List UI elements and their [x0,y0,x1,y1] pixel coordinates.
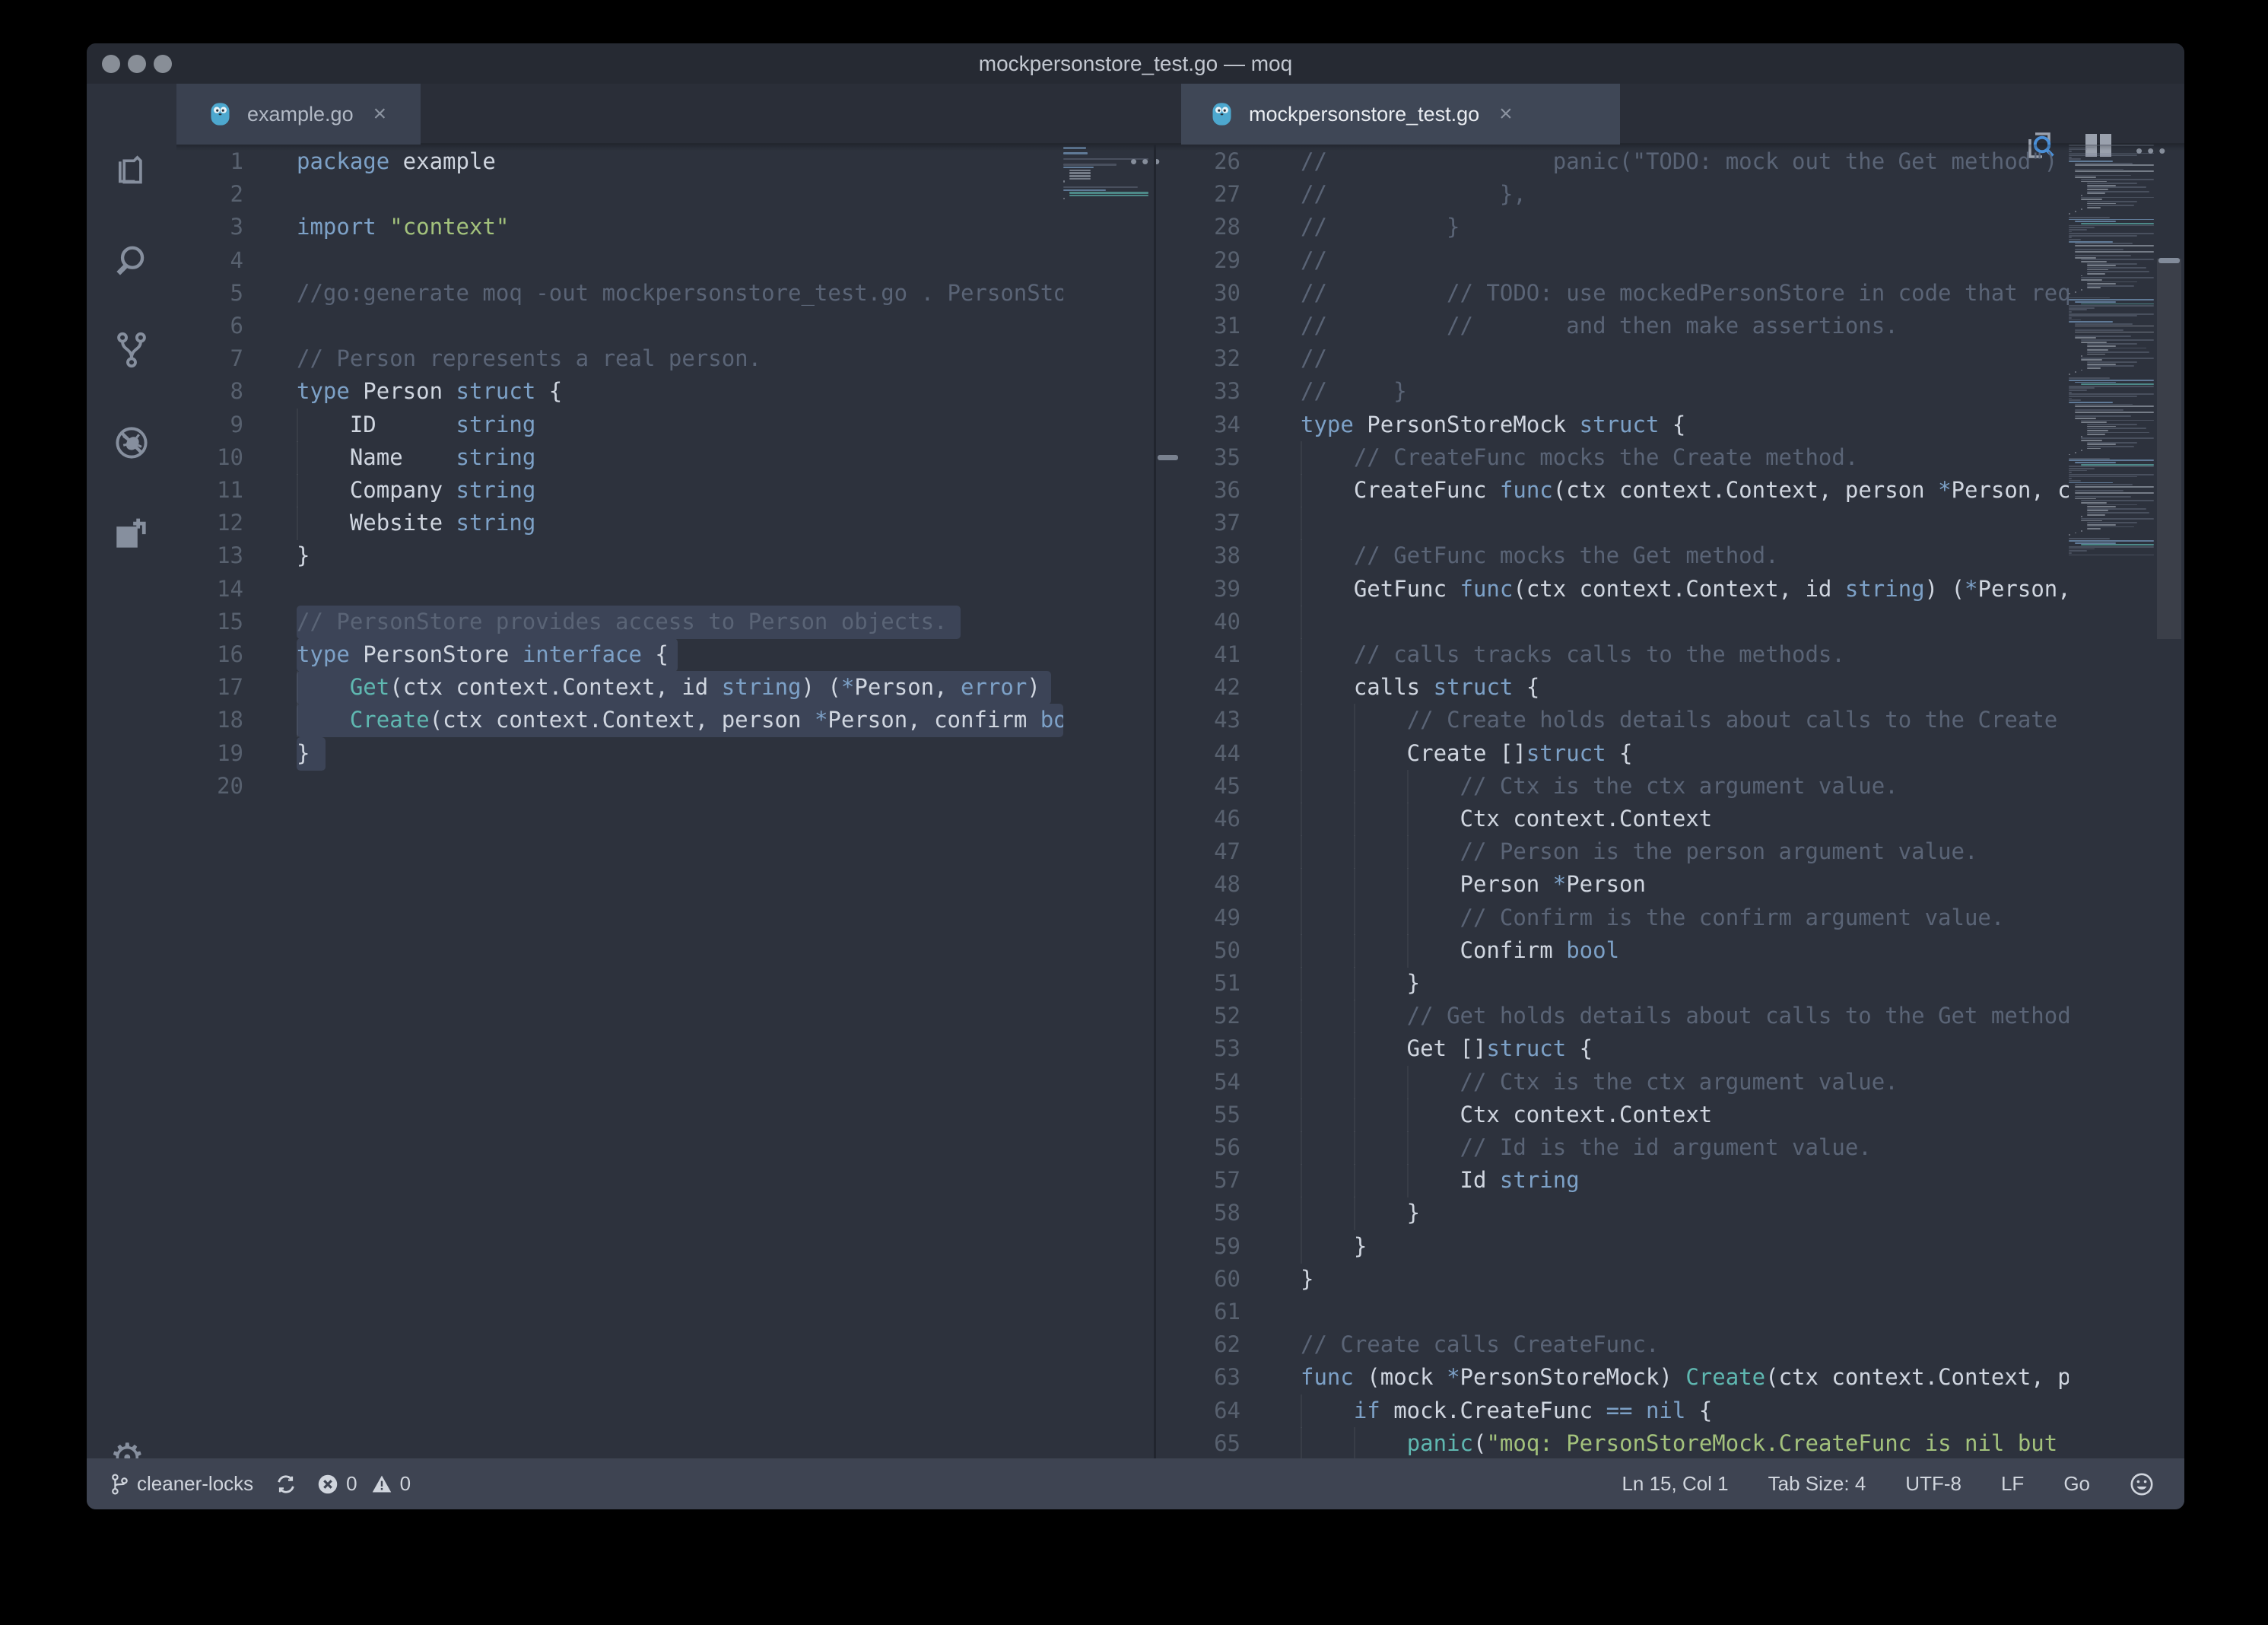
tab-mockpersonstore-test-go[interactable]: mockpersonstore_test.go × [1181,84,1620,145]
explorer-icon[interactable] [112,148,151,187]
branch-name: cleaner-locks [137,1472,253,1496]
tab-size-indicator[interactable]: Tab Size: 4 [1768,1472,1866,1496]
source-control-icon[interactable] [112,330,151,370]
titlebar[interactable]: mockpersonstore_test.go — moq [87,43,2184,84]
activity-bar: ⚙ [87,84,176,1458]
error-icon [317,1474,338,1495]
line-numbers-left: 1234567891011121314151617181920 [176,145,254,1458]
code-right[interactable]: // panic("TODO: mock out the Get method"… [1301,145,2069,1458]
warning-icon [371,1474,392,1495]
error-count: 0 [346,1472,357,1496]
debug-icon[interactable] [112,423,151,463]
search-icon[interactable] [112,240,151,280]
go-file-icon [1212,102,1232,126]
extensions-icon[interactable] [112,513,151,552]
close-tab-icon[interactable]: × [373,101,387,127]
code-left[interactable]: package exampleimport "context"//go:gene… [297,145,1063,1458]
tab-label: example.go [247,103,354,126]
line-numbers-right: 2627282930313233343536373839404142434445… [1156,145,1251,1458]
tab-label: mockpersonstore_test.go [1249,103,1479,126]
eol-indicator[interactable]: LF [2001,1472,2024,1496]
close-tab-icon[interactable]: × [1499,101,1513,127]
problems-status[interactable]: 0 0 [317,1472,411,1496]
sync-button[interactable] [275,1473,297,1496]
tab-example-go[interactable]: example.go × [176,84,421,145]
git-branch-status[interactable]: cleaner-locks [110,1472,253,1496]
feedback-smiley-icon[interactable] [2130,1472,2154,1496]
editor-area: 1234567891011121314151617181920 package … [176,145,2184,1458]
scrollbar-right[interactable] [2157,145,2181,1458]
window-title: mockpersonstore_test.go — moq [87,43,2184,84]
minimap-left[interactable] [1063,145,1152,1458]
warning-count: 0 [400,1472,411,1496]
sync-icon [275,1473,297,1496]
status-bar: cleaner-locks 0 0 [87,1458,2184,1509]
encoding-indicator[interactable]: UTF-8 [1905,1472,1961,1496]
editor-group-separator[interactable] [1154,145,1156,1458]
tab-bar [176,84,2184,145]
language-mode[interactable]: Go [2063,1472,2090,1496]
go-file-icon [210,102,230,126]
minimap-right[interactable] [2069,145,2157,1458]
vscode-window: mockpersonstore_test.go — moq [87,43,2184,1509]
branch-icon [110,1473,129,1496]
cursor-position[interactable]: Ln 15, Col 1 [1622,1472,1728,1496]
overview-ruler-marker [2158,258,2180,263]
